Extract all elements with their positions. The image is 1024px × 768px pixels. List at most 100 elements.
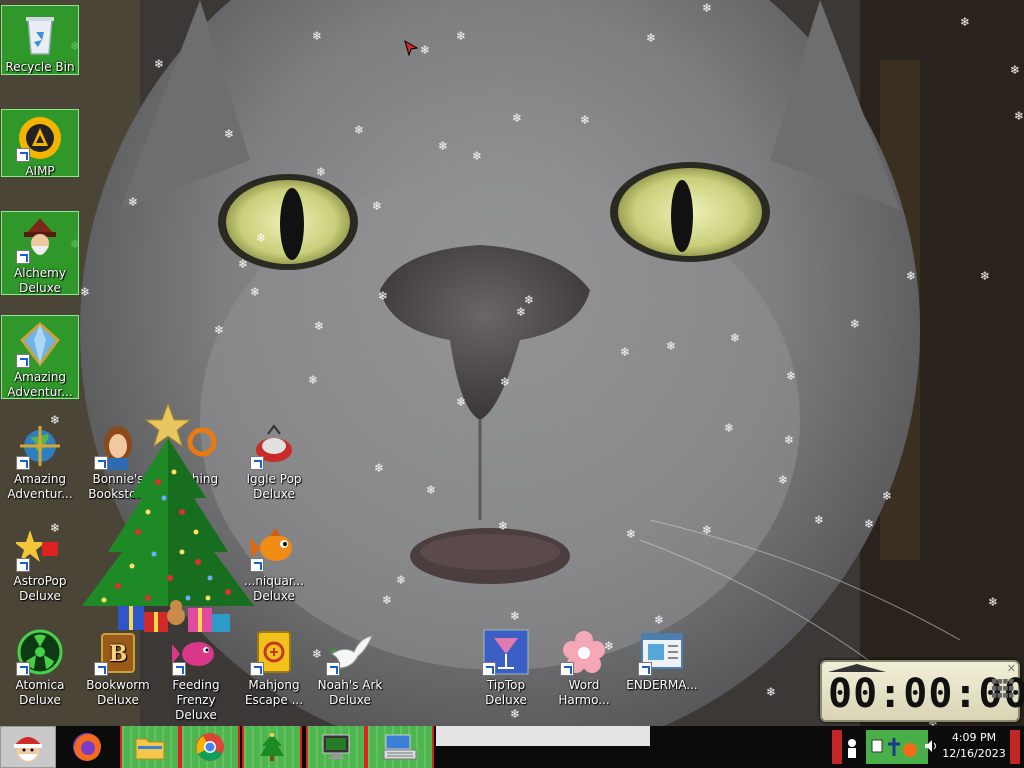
- start-button[interactable]: [0, 726, 56, 768]
- snowflake: ❄: [316, 165, 327, 179]
- desktop-icon-label: Bookworm Deluxe: [86, 678, 150, 707]
- shortcut-arrow-icon: [16, 354, 30, 368]
- taskbar-chrome[interactable]: [180, 726, 240, 768]
- shortcut-arrow-icon: [94, 662, 108, 676]
- snowflake: ❄: [80, 285, 91, 299]
- snowflake: ❄: [472, 149, 483, 163]
- snowflake: ❄: [354, 123, 365, 137]
- shortcut-arrow-icon: [326, 662, 340, 676]
- christmas-tree-icon: [260, 733, 284, 761]
- cocktail-icon: [482, 628, 530, 676]
- snowflake: ❄: [882, 489, 893, 503]
- snowflake: ❄: [456, 29, 467, 43]
- desktop-icon-label: Atomica Deluxe: [15, 678, 65, 707]
- desktop-icon-label: AIMP: [25, 164, 55, 178]
- gem-icon: [16, 320, 64, 368]
- snowflake: ❄: [500, 375, 511, 389]
- snowflake: ❄: [864, 517, 875, 531]
- desktop-icon-label: Amazing Adventur...: [7, 370, 73, 399]
- system-tray-icons[interactable]: [866, 730, 928, 764]
- mouse-pointer-icon: [404, 40, 418, 56]
- snowflake: ❄: [372, 199, 383, 213]
- stopwatch-gadget[interactable]: ✕ 00:00:00 ■■■■ ■■■■ ■■■■: [820, 660, 1024, 722]
- desktop-icon-tiptop-deluxe[interactable]: TipTop Deluxe: [468, 624, 544, 707]
- flower-icon: [560, 628, 608, 676]
- monitor-icon: [322, 734, 350, 759]
- shortcut-arrow-icon: [16, 250, 30, 264]
- tray-icons-group: [871, 738, 917, 757]
- taskbar-clock[interactable]: 4:09 PM 12/16/2023: [942, 730, 1006, 762]
- folder-icon: [135, 738, 165, 760]
- snowflake: ❄: [646, 31, 657, 45]
- snowflake: ❄: [420, 43, 431, 57]
- snowflake: ❄: [580, 113, 591, 127]
- snowflake: ❄: [498, 519, 509, 533]
- astropop-icon: [16, 524, 64, 572]
- snowflake: ❄: [980, 269, 991, 283]
- snowflake: ❄: [724, 421, 735, 435]
- shortcut-arrow-icon: [172, 662, 186, 676]
- desktop-icon-alchemy-deluxe[interactable]: Alchemy Deluxe: [1, 211, 79, 295]
- desktop-icon-label: Noah's Ark Deluxe: [317, 678, 383, 707]
- taskbar: 4:09 PM 12/16/2023: [0, 726, 1024, 768]
- desktop-icon-recycle-bin[interactable]: Recycle Bin: [1, 5, 79, 75]
- desktop-icon-label: Mahjong Escape ...: [244, 678, 304, 707]
- svg-text:B: B: [109, 641, 128, 667]
- recycle-bin-icon: [16, 10, 64, 58]
- desktop-icon-word-harmony[interactable]: Word Harmo...: [546, 624, 622, 707]
- shortcut-arrow-icon: [250, 662, 264, 676]
- snowflake: ❄: [250, 285, 261, 299]
- clock-date: 12/16/2023: [942, 747, 1006, 760]
- snowflake: ❄: [516, 305, 527, 319]
- snowflake: ❄: [512, 111, 523, 125]
- snowflake: ❄: [426, 483, 437, 497]
- taskbar-on-screen-keyboard[interactable]: [366, 726, 434, 768]
- snowflake: ❄: [378, 289, 389, 303]
- snowflake: ❄: [438, 139, 449, 153]
- desktop-icon-label: Word Harmo...: [558, 678, 610, 707]
- tray-red-marker: [832, 730, 842, 764]
- desktop-icon-amazing-adventures-1[interactable]: Amazing Adventur...: [1, 315, 79, 399]
- snowflake: ❄: [128, 195, 139, 209]
- taskbar-christmas-tree[interactable]: [242, 726, 302, 768]
- snowflake: ❄: [784, 433, 795, 447]
- snowflake: ❄: [510, 609, 521, 623]
- snowflake: ❄: [374, 461, 385, 475]
- dove-icon: [326, 628, 374, 676]
- snowflake: ❄: [382, 593, 393, 607]
- desktop-icon-amazing-adventures-2[interactable]: Amazing Adventur...: [2, 418, 78, 501]
- snowflake: ❄: [314, 319, 325, 333]
- desktop-icon-enderman[interactable]: ENDERMA...: [624, 624, 700, 706]
- desktop-icon-atomica-deluxe[interactable]: Atomica Deluxe: [2, 624, 78, 707]
- timer-side-controls[interactable]: ■■■■ ■■■■ ■■■■: [988, 678, 1014, 699]
- snowflake: ❄: [666, 339, 677, 353]
- snowflake: ❄: [1014, 109, 1024, 123]
- desktop-icon-aimp[interactable]: AIMP: [1, 109, 79, 178]
- show-desktop-button[interactable]: [1010, 730, 1020, 764]
- keyboard-icon: [383, 734, 417, 760]
- snowflake: ❄: [456, 395, 467, 409]
- snowflake: ❄: [730, 331, 741, 345]
- desktop-icon-noahs-ark-deluxe[interactable]: Noah's Ark Deluxe: [312, 624, 388, 707]
- snowflake: ❄: [256, 231, 267, 245]
- clock-time: 4:09 PM: [951, 731, 997, 744]
- christmas-tree-gadget[interactable]: [78, 402, 264, 640]
- snowflake: ❄: [154, 57, 165, 71]
- shortcut-arrow-icon: [482, 662, 496, 676]
- taskbar-firefox[interactable]: [64, 726, 110, 768]
- snowflake: ❄: [626, 527, 637, 541]
- desktop-icon-label: Amazing Adventur...: [7, 472, 73, 501]
- tray-user-icon[interactable]: [846, 738, 858, 758]
- snowflake: ❄: [850, 317, 861, 331]
- shortcut-arrow-icon: [16, 456, 30, 470]
- snowflake: ❄: [620, 345, 631, 359]
- chrome-icon: [196, 733, 224, 761]
- desktop-icon-astropop-deluxe[interactable]: AstroPop Deluxe: [2, 520, 78, 603]
- taskbar-empty-slot: [436, 726, 650, 746]
- snowflake: ❄: [1010, 63, 1021, 77]
- volume-icon[interactable]: [924, 739, 938, 753]
- taskbar-system-monitor[interactable]: [306, 726, 366, 768]
- shortcut-arrow-icon: [16, 148, 30, 162]
- desktop-icon-label: Recycle Bin: [5, 60, 75, 74]
- taskbar-file-explorer[interactable]: [120, 726, 180, 768]
